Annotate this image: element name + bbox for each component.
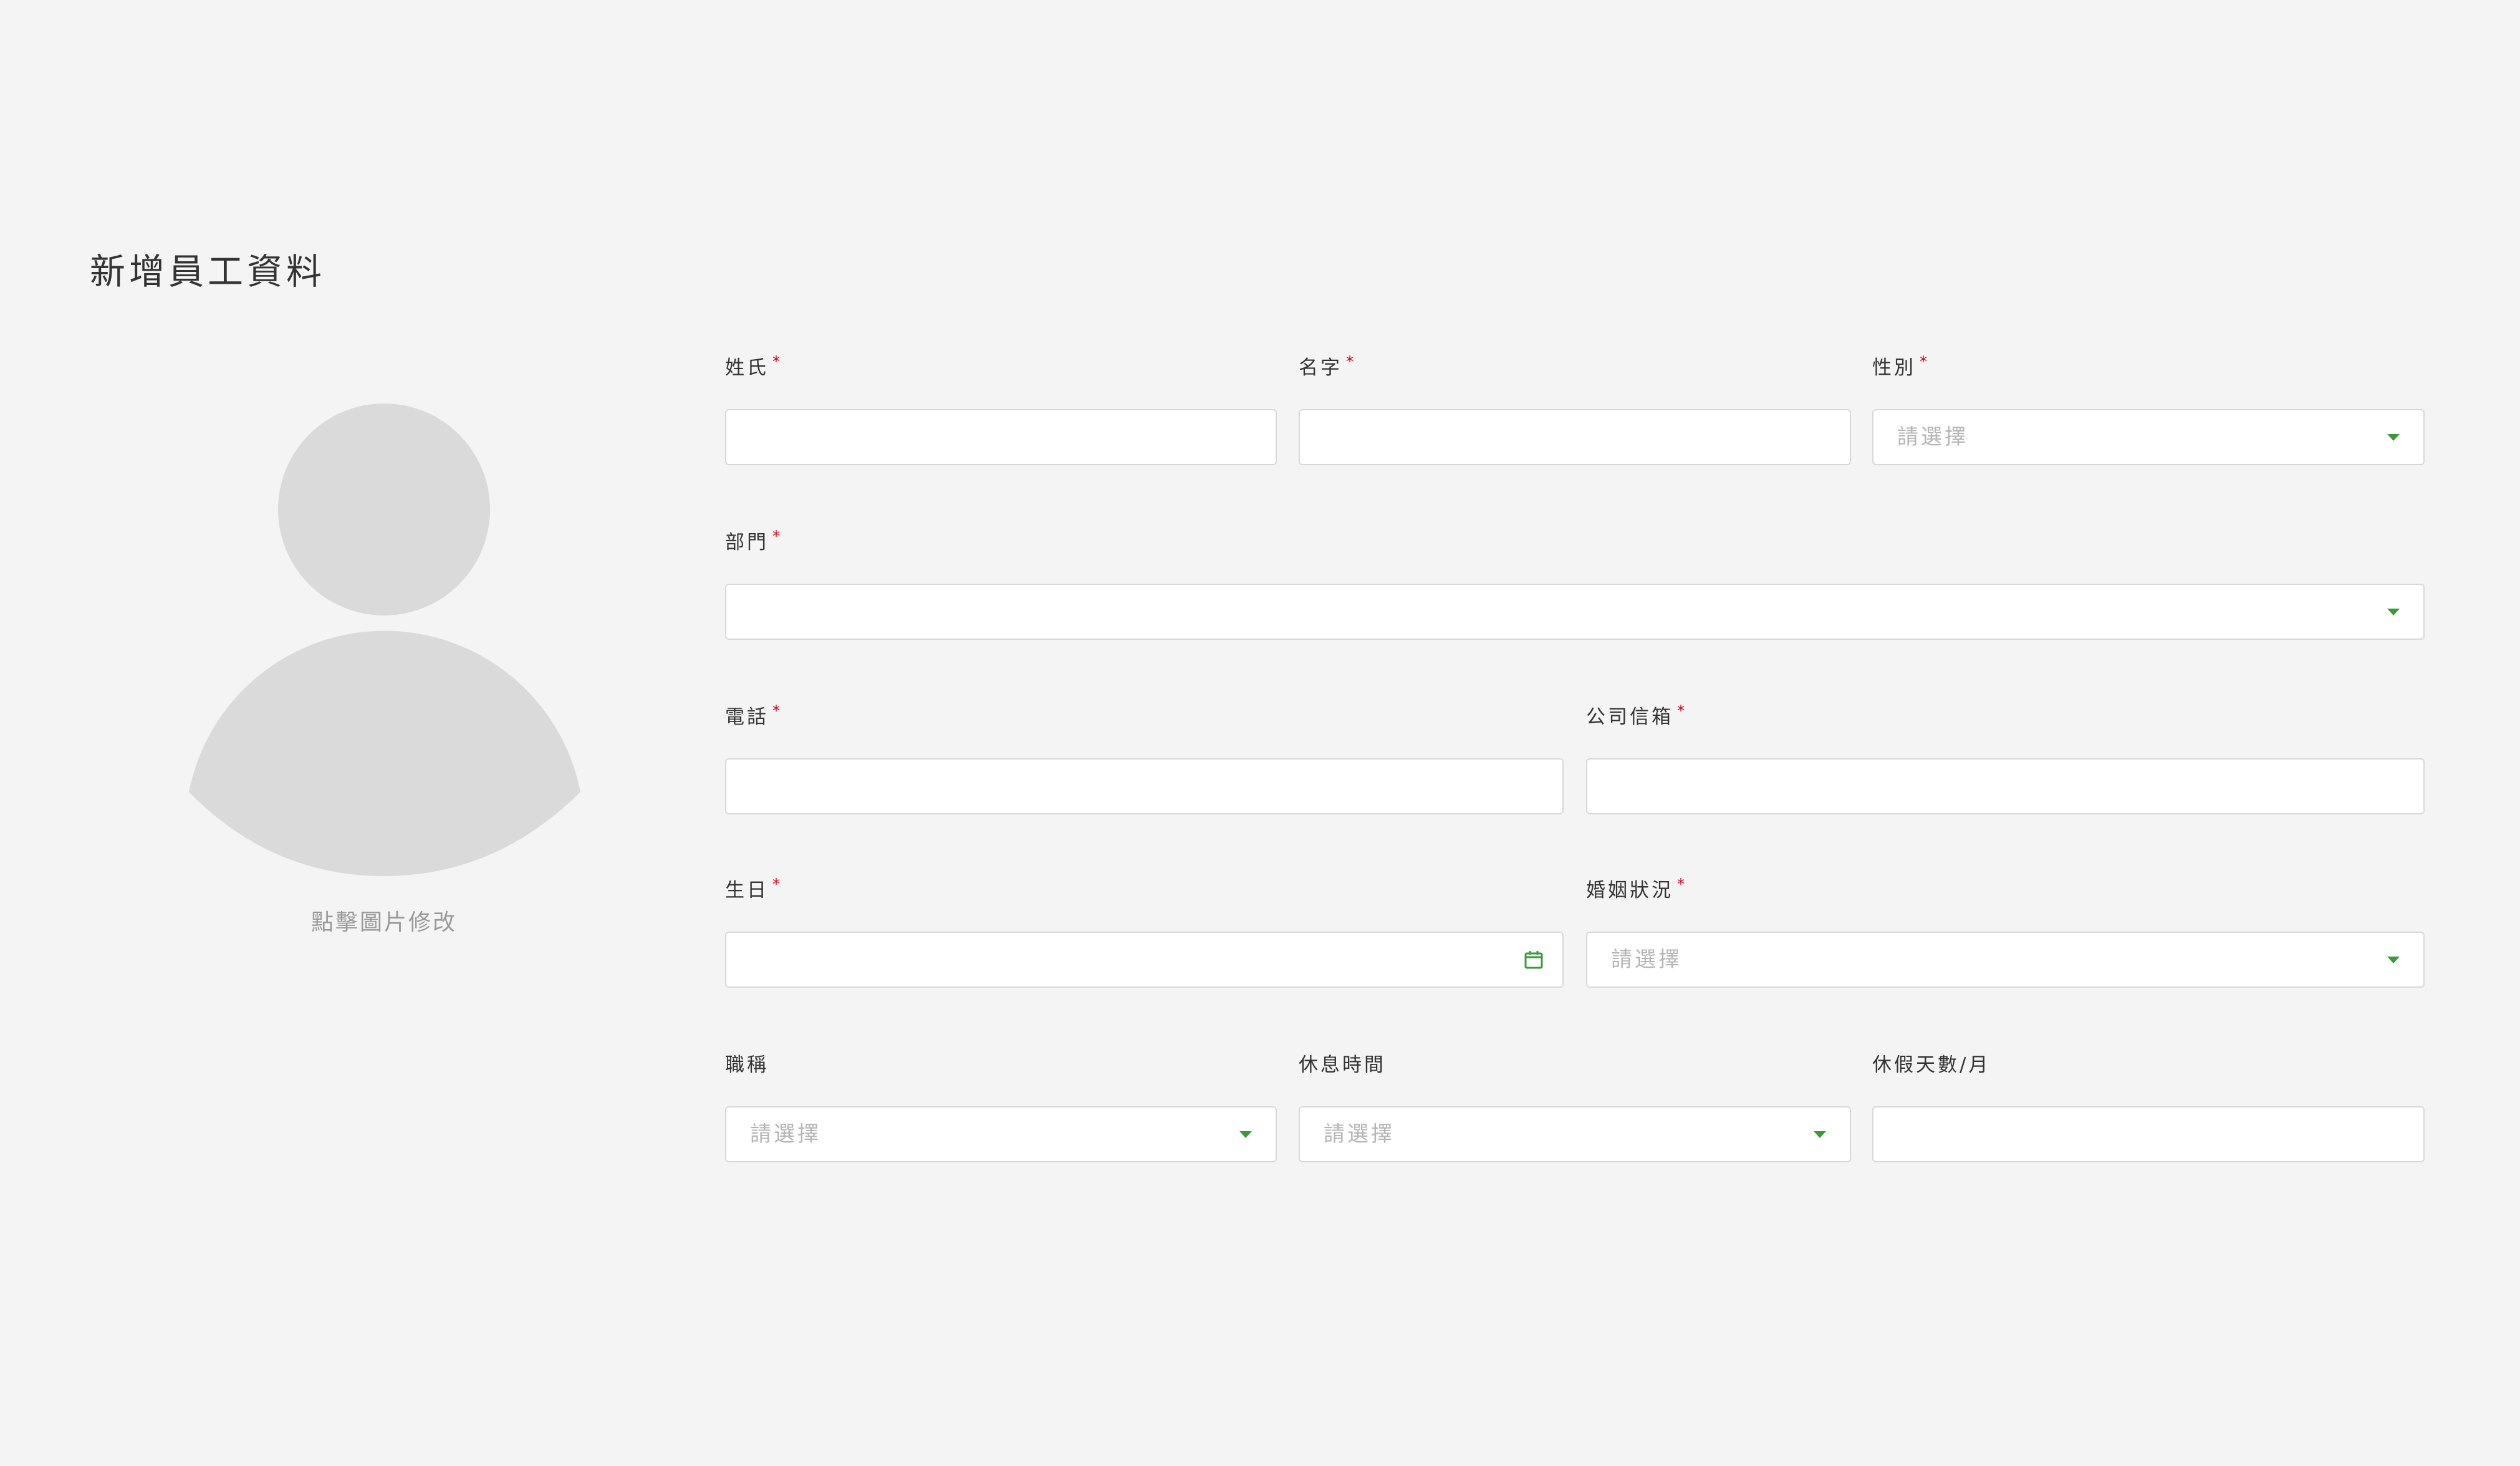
- last-name-field: 姓氏 *: [725, 353, 1277, 468]
- rest-time-select-placeholder: 請選擇: [1324, 1122, 1395, 1147]
- gender-select-placeholder: 請選擇: [1897, 425, 1968, 450]
- phone-box: [725, 758, 1564, 814]
- gender-field: 性別 * 請選擇: [1872, 353, 2425, 468]
- avatar-placeholder-icon: [189, 403, 580, 876]
- leave-days-label: 休假天數/月: [1872, 1054, 1991, 1076]
- required-marker: *: [1346, 353, 1356, 370]
- birthday-label: 生日 *: [725, 875, 782, 902]
- rest-time-select[interactable]: 請選擇: [1299, 1106, 1851, 1162]
- leave-days-input[interactable]: [1873, 1107, 2423, 1161]
- job-title-label: 職稱: [725, 1054, 769, 1076]
- phone-label: 電話 *: [725, 702, 782, 728]
- chevron-down-icon: [2387, 434, 2400, 441]
- chevron-down-icon: [1814, 1131, 1826, 1138]
- chevron-down-icon: [1239, 1131, 1252, 1138]
- marital-status-select[interactable]: 請選擇: [1586, 932, 2425, 988]
- required-marker: *: [772, 353, 782, 370]
- required-marker: *: [772, 528, 782, 545]
- company-email-field: 公司信箱 *: [1586, 702, 2425, 817]
- last-name-input[interactable]: [726, 410, 1276, 464]
- department-field: 部門 *: [725, 528, 2425, 642]
- marital-status-field: 婚姻狀況 * 請選擇: [1586, 875, 2425, 990]
- calendar-icon[interactable]: [1524, 950, 1544, 970]
- first-name-box: [1299, 409, 1851, 465]
- required-marker: *: [1920, 353, 1930, 370]
- required-marker: *: [772, 875, 782, 893]
- marital-status-select-placeholder: 請選擇: [1611, 947, 1682, 972]
- leave-days-box: [1872, 1106, 2425, 1162]
- last-name-box: [725, 409, 1277, 465]
- job-title-field: 職稱 請選擇: [725, 1053, 1277, 1165]
- required-marker: *: [1677, 702, 1687, 720]
- first-name-label: 名字 *: [1299, 353, 1356, 379]
- first-name-field: 名字 *: [1299, 353, 1851, 468]
- rest-time-label: 休息時間: [1299, 1054, 1386, 1076]
- gender-label: 性別 *: [1872, 353, 1930, 379]
- page-title: 新增員工資料: [90, 251, 325, 292]
- avatar-change-caption[interactable]: 點擊圖片修改: [274, 907, 494, 938]
- company-email-input[interactable]: [1587, 760, 2423, 813]
- leave-days-field: 休假天數/月: [1872, 1053, 2425, 1165]
- rest-time-field: 休息時間 請選擇: [1299, 1053, 1851, 1165]
- job-title-select[interactable]: 請選擇: [725, 1106, 1277, 1162]
- required-marker: *: [1677, 875, 1687, 893]
- company-email-label: 公司信箱 *: [1586, 702, 1687, 728]
- gender-select[interactable]: 請選擇: [1872, 409, 2425, 465]
- marital-status-label: 婚姻狀況 *: [1586, 875, 1687, 902]
- avatar[interactable]: [184, 402, 584, 879]
- birthday-box: [725, 932, 1564, 988]
- department-label: 部門 *: [725, 528, 782, 554]
- last-name-label: 姓氏 *: [725, 353, 782, 379]
- company-email-box: [1586, 758, 2425, 814]
- job-title-select-placeholder: 請選擇: [750, 1122, 821, 1147]
- chevron-down-icon: [2387, 609, 2400, 615]
- birthday-input[interactable]: [726, 933, 1562, 986]
- phone-field: 電話 *: [725, 702, 1564, 817]
- department-select[interactable]: [725, 584, 2425, 640]
- chevron-down-icon: [2387, 957, 2400, 963]
- required-marker: *: [772, 702, 782, 720]
- first-name-input[interactable]: [1300, 410, 1850, 464]
- birthday-field: 生日 *: [725, 875, 1564, 990]
- phone-input[interactable]: [726, 760, 1562, 813]
